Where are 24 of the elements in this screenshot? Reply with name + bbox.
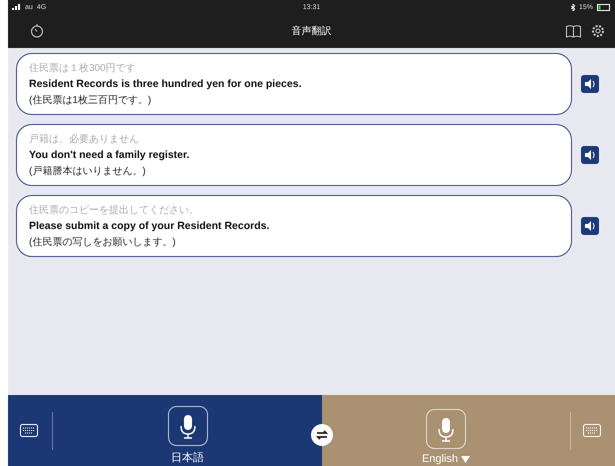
bluetooth-icon [570,4,575,10]
speaker-icon[interactable] [581,75,599,93]
book-icon[interactable] [566,24,581,38]
back-translation-text: (住民票は1枚三百円です。) [29,94,152,107]
swap-languages-button[interactable] [311,424,333,446]
translation-text: Resident Records is three hundred yen for one pieces. [29,78,302,90]
microphone-button[interactable] [168,406,208,446]
speaker-icon[interactable] [581,217,599,235]
translation-text: Please submit a copy of your Resident Records. [29,220,270,232]
settings-icon[interactable] [591,24,605,38]
source-text: 住民票のコピーを提出してください。 [29,204,200,217]
battery-icon [597,4,611,10]
speaker-icon[interactable] [581,146,599,164]
signal-icon [12,4,21,10]
timer-icon[interactable] [30,24,44,38]
translation-text: You don't need a family register. [29,149,190,161]
language-selector[interactable]: 日本語 [171,450,204,466]
back-translation-text: (戸籍謄本はいりません。) [29,164,147,178]
keyboard-icon[interactable] [20,424,38,437]
caret-icon [461,456,470,462]
back-translation-text: (住民票の写しをお願いします。) [29,236,177,249]
source-text: 住民票は１枚300円です [29,62,137,75]
source-text: 戸籍は、必要ありません [29,132,140,146]
screen-title: 音声翻訳 [292,24,332,38]
